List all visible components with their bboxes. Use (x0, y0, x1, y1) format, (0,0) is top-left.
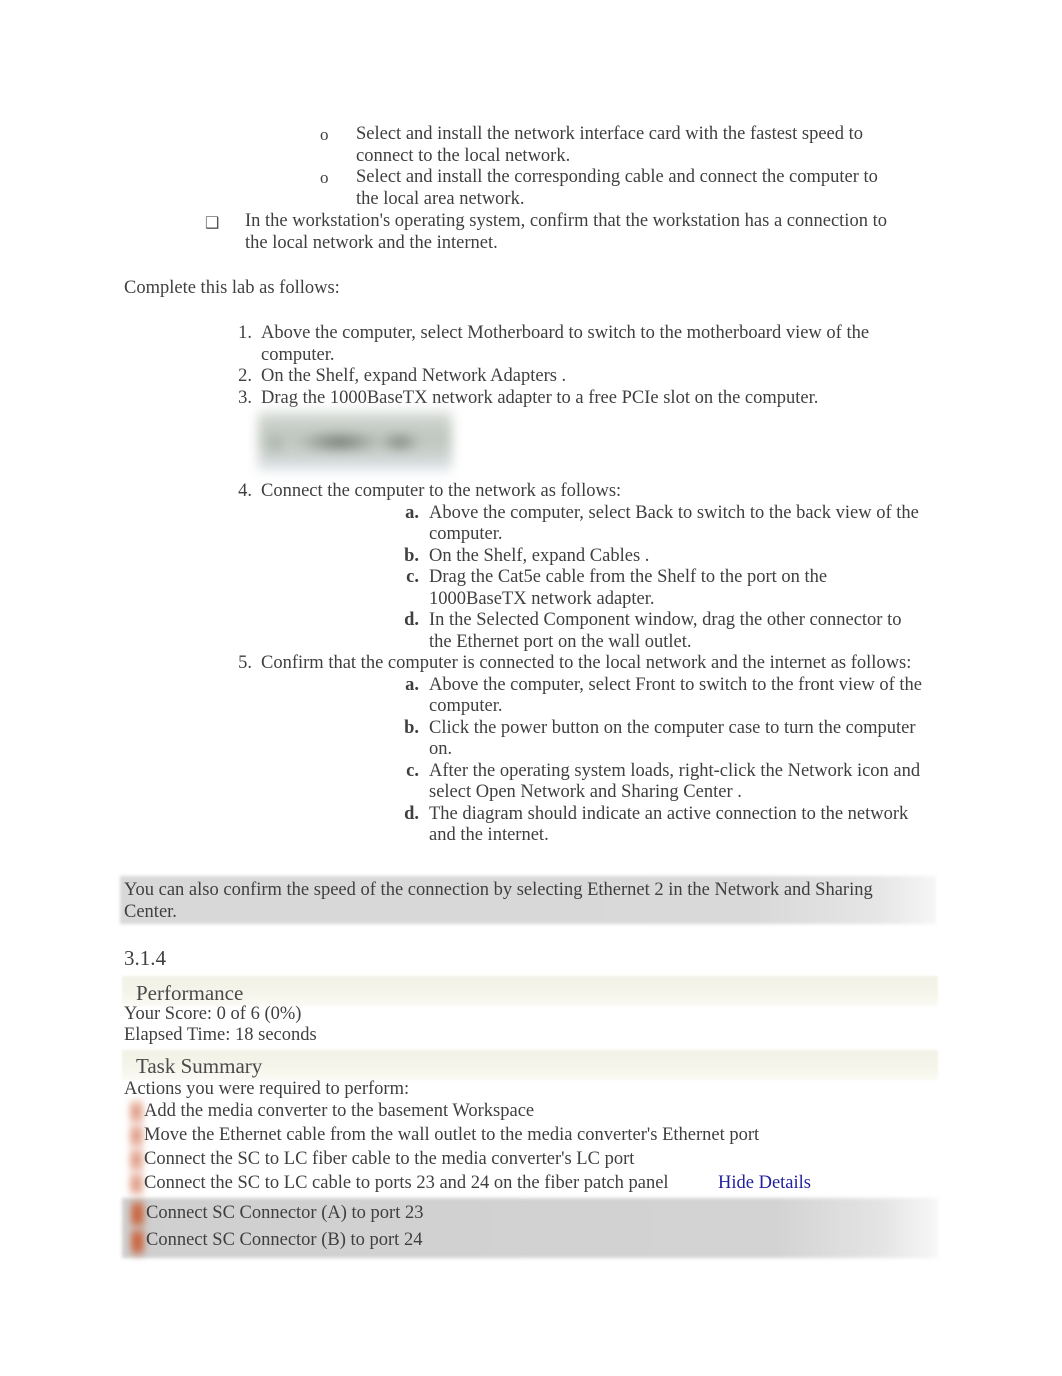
substep-letter: d. (404, 803, 419, 824)
step-text: Above the computer, select Motherboard t… (261, 323, 870, 365)
bullet-marker: o (320, 168, 329, 187)
step-text: Confirm that the computer is connected t… (261, 653, 912, 673)
substep-text: Above the computer, select Back to switc… (429, 502, 919, 545)
lab-step-2: 2. On the Shelf, expand Network Adapters… (228, 366, 928, 388)
list-item-text: In the workstation's operating system, c… (245, 211, 887, 253)
substep-text: Drag the Cat5e cable from the Shelf to t… (429, 567, 828, 609)
step-text: Drag the 1000BaseTX network adapter to a… (261, 387, 819, 408)
substep-letter: a. (405, 502, 419, 523)
status-marker-incorrect (130, 1099, 143, 1125)
step-number: 3. (238, 387, 252, 408)
substep-letter: a. (405, 674, 419, 695)
step-number: 4. (238, 481, 252, 501)
lab-steps-list: 1. Above the computer, select Motherboar… (228, 323, 928, 847)
list-item: o Select and install the corresponding c… (320, 167, 880, 210)
lab-step-5-substeps: a. Above the computer, select Front to s… (399, 675, 928, 847)
substep-text: On the Shelf, expand Cables . (429, 545, 650, 566)
substep-letter: c. (406, 567, 419, 587)
substep-text: In the Selected Component window, drag t… (429, 610, 902, 652)
step-number: 2. (238, 366, 252, 386)
step-number: 1. (238, 323, 252, 343)
nested-bullet-list-level3: o Select and install the network interfa… (320, 124, 880, 210)
substep: c. After the operating system loads, rig… (399, 761, 928, 804)
lab-step-5: 5. Confirm that the computer is connecte… (228, 653, 928, 847)
substep-letter: b. (404, 545, 419, 566)
task-summary-subheading: Actions you were required to perform: (124, 1079, 410, 1099)
bullet-marker: o (320, 125, 329, 144)
substep-letter: c. (406, 760, 419, 781)
substep: a. Above the computer, select Back to sw… (399, 503, 928, 546)
status-marker-incorrect (131, 1200, 144, 1228)
note-text: You can also confirm the speed of the co… (124, 880, 873, 922)
list-item-text: Select and install the corresponding cab… (356, 167, 878, 209)
step-number: 5. (238, 653, 252, 673)
task-item: Connect the SC to LC fiber cable to the … (144, 1149, 635, 1169)
task-summary-heading: Task Summary (136, 1054, 263, 1078)
substep-text: Click the power button on the computer c… (429, 717, 916, 760)
section-number: 3.1.4 (124, 946, 166, 970)
lab-step-4: 4. Connect the computer to the network a… (228, 481, 928, 653)
status-marker-incorrect (130, 1171, 143, 1197)
lab-step-4-substeps: a. Above the computer, select Back to sw… (399, 503, 928, 654)
substep-letter: b. (404, 717, 419, 738)
step-text: Connect the computer to the network as f… (261, 481, 622, 501)
detail-item: Connect SC Connector (A) to port 23 (146, 1203, 424, 1223)
substep-text: Above the computer, select Front to swit… (429, 674, 922, 717)
elapsed-time-line: Elapsed Time: 18 seconds (124, 1025, 317, 1045)
list-item-text: Select and install the network interface… (356, 124, 864, 166)
substep: b. On the Shelf, expand Cables . (399, 546, 928, 568)
lab-step-1: 1. Above the computer, select Motherboar… (228, 323, 928, 366)
substep: d. The diagram should indicate an active… (399, 804, 928, 847)
substep: a. Above the computer, select Front to s… (399, 675, 928, 718)
wingding-bullet-icon: ❑ (205, 213, 220, 232)
status-marker-incorrect (130, 1147, 143, 1173)
list-item: ❑ In the workstation's operating system,… (205, 211, 895, 254)
lab-step-3: 3. Drag the 1000BaseTX network adapter t… (228, 388, 928, 410)
performance-band (122, 976, 938, 1006)
substep-letter: d. (404, 610, 419, 630)
document-page: o Select and install the network interfa… (0, 0, 1062, 1376)
performance-heading: Performance (136, 981, 244, 1005)
network-adapter-image (258, 410, 452, 472)
substep-text: The diagram should indicate an active co… (429, 803, 909, 846)
step-text: On the Shelf, expand Network Adapters . (261, 366, 567, 386)
task-item: Connect the SC to LC cable to ports 23 a… (144, 1173, 669, 1193)
substep-text: After the operating system loads, right-… (429, 760, 921, 803)
task-item: Add the media converter to the basement … (144, 1101, 535, 1121)
list-item: o Select and install the network interfa… (320, 124, 880, 167)
status-marker-incorrect (130, 1123, 143, 1149)
detail-item: Connect SC Connector (B) to port 24 (146, 1230, 423, 1250)
substep: d. In the Selected Component window, dra… (399, 610, 928, 653)
score-line: Your Score: 0 of 6 (0%) (124, 1004, 302, 1024)
hide-details-link[interactable]: Hide Details (718, 1173, 811, 1194)
intro-line: Complete this lab as follows: (124, 278, 340, 298)
nested-bullet-list-level2: ❑ In the workstation's operating system,… (205, 211, 895, 254)
task-item: Move the Ethernet cable from the wall ou… (144, 1125, 760, 1145)
substep: c. Drag the Cat5e cable from the Shelf t… (399, 567, 928, 610)
substep: b. Click the power button on the compute… (399, 718, 928, 761)
status-marker-incorrect (131, 1228, 144, 1256)
